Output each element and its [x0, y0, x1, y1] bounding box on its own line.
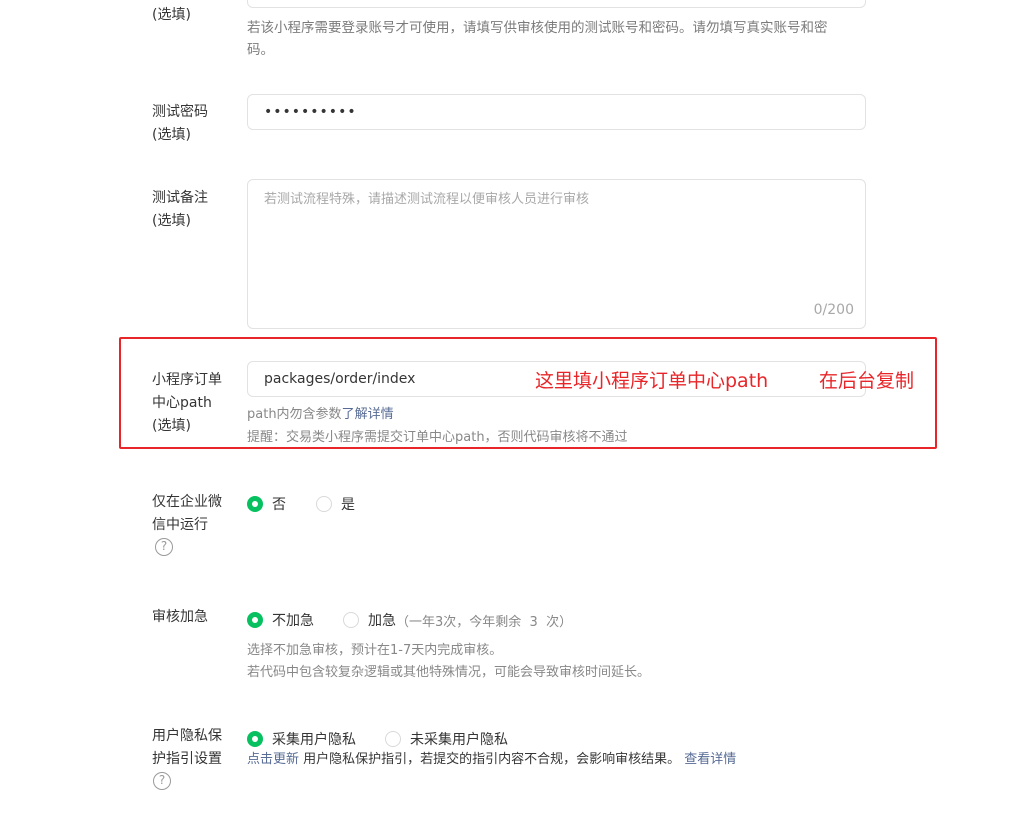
test-notes-counter: 0/200 [813, 302, 854, 318]
test-password-label: 测试密码 (选填) [152, 104, 208, 143]
privacy-guide-hint: 点击更新 用户隐私保护指引，若提交的指引内容不合规，会影响审核结果。 查看详情 [247, 752, 737, 767]
radio-checked-icon [247, 496, 263, 512]
expedite-option-urgent[interactable]: 加急 （一年3次，今年剩余 3 次） [343, 610, 572, 630]
expedite-quota-note: （一年3次，今年剩余 3 次） [396, 614, 573, 630]
radio-unchecked-icon [343, 612, 359, 628]
question-circle-icon[interactable]: ? [155, 538, 173, 556]
privacy-guide-label: 用户隐私保 护指引设置 [152, 728, 222, 767]
test-password-input[interactable]: •••••••••• [247, 94, 866, 130]
expedite-hint: 选择不加急审核，预计在1-7天内完成审核。 若代码中包含较复杂逻辑或其他特殊情况… [247, 643, 651, 680]
privacy-option-collect[interactable]: 采集用户隐私 [247, 729, 356, 749]
test-notes-label: 测试备注 (选填) [152, 190, 208, 229]
update-privacy-link[interactable]: 点击更新 [247, 752, 299, 767]
test-notes-placeholder: 若测试流程特殊，请描述测试流程以便审核人员进行审核 [264, 192, 590, 207]
test-account-hint: 若该小程序需要登录账号才可使用，请填写供审核使用的测试账号和密码。请勿填写真实账… [247, 20, 828, 58]
expedite-option-normal[interactable]: 不加急 [247, 610, 314, 630]
test-account-label: (选填) [152, 7, 191, 23]
wecom-only-option-no[interactable]: 否 [247, 494, 286, 514]
expedite-label: 审核加急 [152, 609, 208, 625]
test-account-input[interactable] [247, 0, 866, 8]
highlight-box [119, 337, 937, 449]
privacy-option-not-collect[interactable]: 未采集用户隐私 [385, 729, 508, 749]
radio-unchecked-icon [385, 731, 401, 747]
question-circle-icon[interactable]: ? [153, 772, 171, 790]
test-notes-textarea[interactable]: 若测试流程特殊，请描述测试流程以便审核人员进行审核 0/200 [247, 179, 866, 329]
annotation-copy-backend: 在后台复制 [819, 370, 915, 392]
radio-unchecked-icon [316, 496, 332, 512]
radio-checked-icon [247, 731, 263, 747]
wecom-only-label: 仅在企业微 信中运行 [152, 494, 222, 533]
radio-checked-icon [247, 612, 263, 628]
annotation-fill-path: 这里填小程序订单中心path [535, 370, 769, 392]
wecom-only-option-yes[interactable]: 是 [316, 494, 355, 514]
view-details-link[interactable]: 查看详情 [684, 752, 736, 767]
